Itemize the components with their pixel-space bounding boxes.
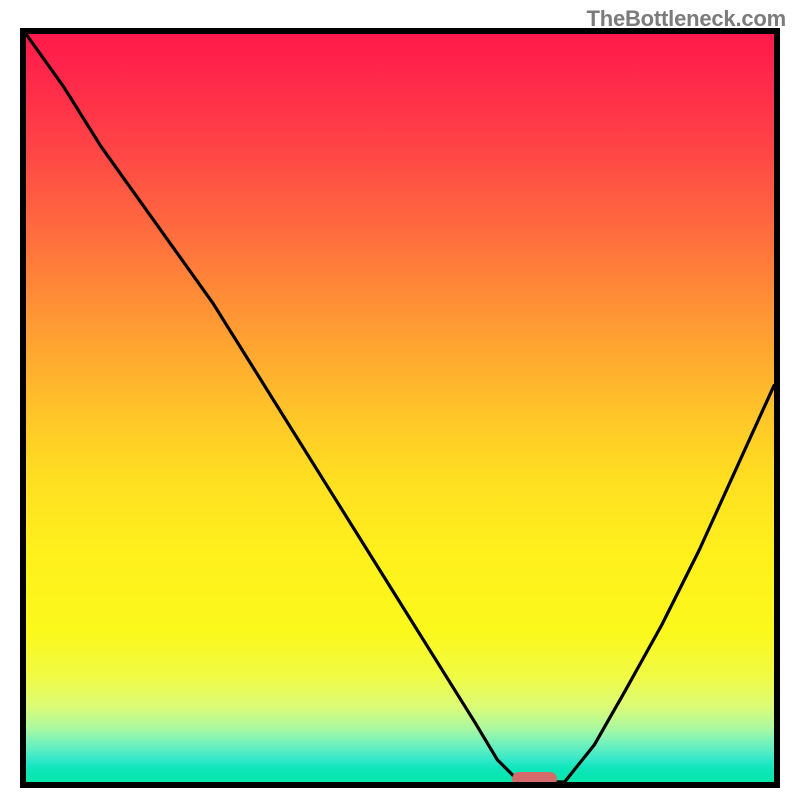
curve-svg — [26, 34, 774, 782]
optimal-marker — [512, 772, 557, 786]
plot-area — [20, 28, 780, 788]
bottleneck-curve — [26, 34, 774, 782]
